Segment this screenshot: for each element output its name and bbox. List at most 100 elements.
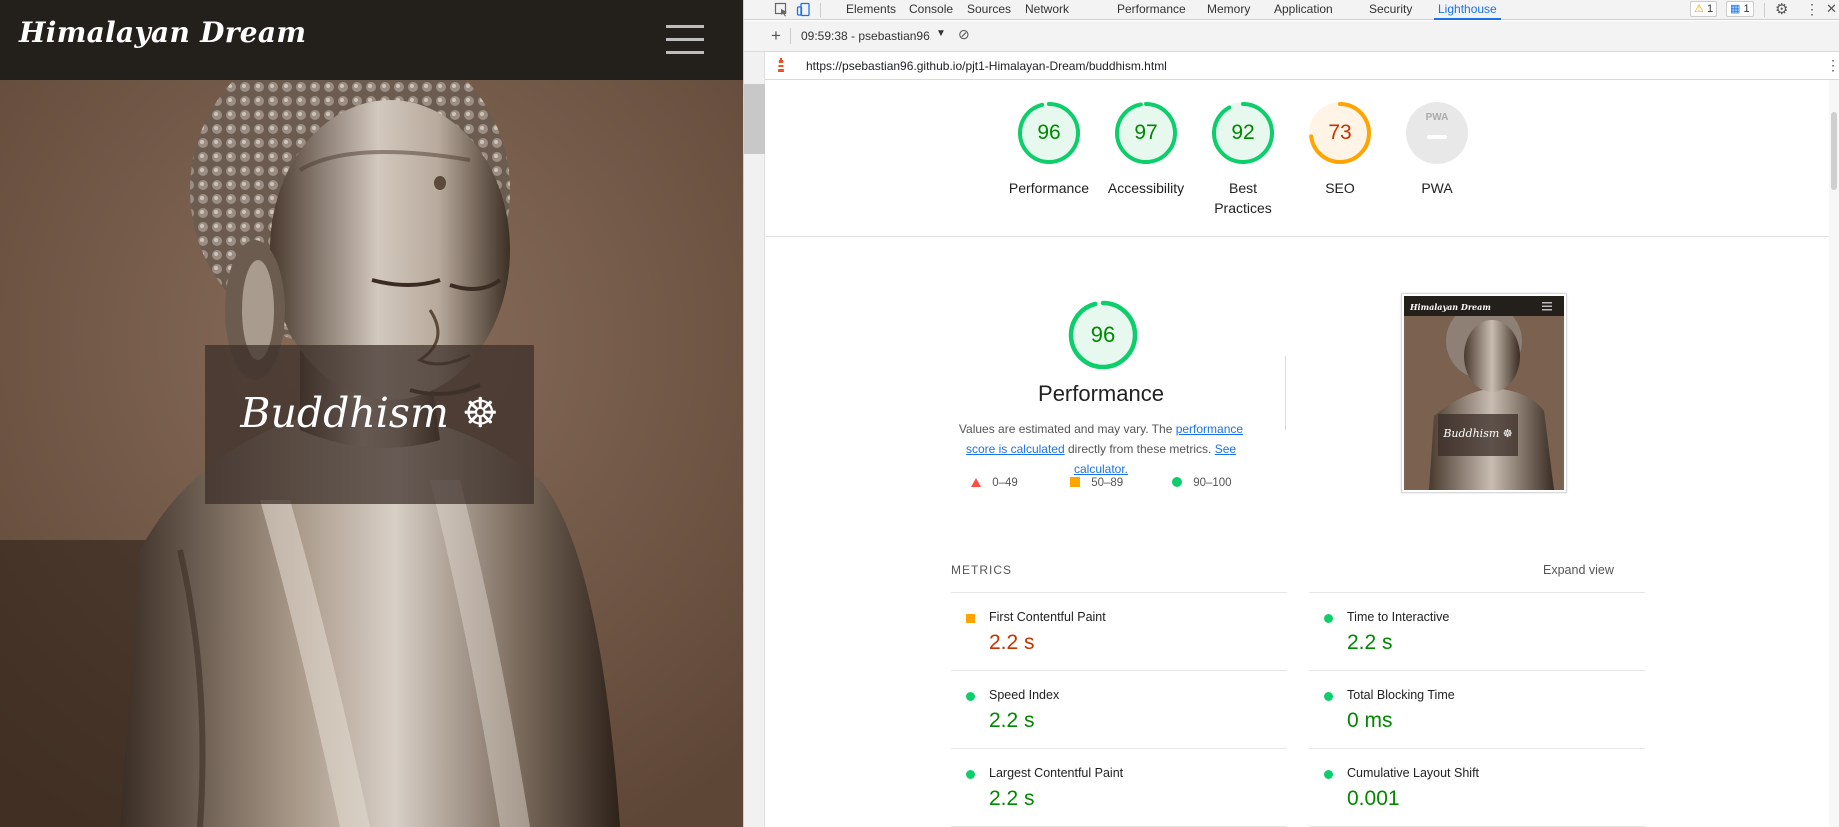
metric-value: 2.2 s [1347, 631, 1393, 654]
gauge-label: Accessibility [1107, 180, 1185, 196]
metric-name: First Contentful Paint [989, 610, 1106, 624]
warnings-badge[interactable]: ⚠ 1 [1690, 1, 1718, 17]
thumbnail-title: Buddhism ☸ [1443, 427, 1513, 440]
gauge-label: SEO [1325, 180, 1355, 196]
metric-speed-index: Speed Index 2.2 s [951, 670, 1287, 748]
category-score: 96 [1037, 121, 1061, 144]
metric-value: 2.2 s [989, 709, 1035, 732]
circle-icon [1324, 770, 1333, 779]
lighthouse-logo-icon [778, 58, 784, 72]
gauge-label: Practices [1214, 200, 1272, 216]
metric-name: Time to Interactive [1347, 610, 1450, 624]
legend-fail-label: 0–49 [992, 477, 1018, 489]
warnings-count: 1 [1706, 3, 1714, 15]
tab-sources[interactable]: Sources [967, 2, 1011, 20]
scrollbar-thumb[interactable] [1831, 112, 1837, 190]
tab-network[interactable]: Network [1025, 2, 1069, 20]
gauge-label: Performance [1008, 180, 1090, 196]
legend-average-label: 50–89 [1091, 477, 1124, 489]
metric-value: 0.001 [1347, 787, 1400, 810]
metric-value: 0 ms [1347, 709, 1393, 732]
legend-average: 50–89 [1070, 477, 1123, 489]
circle-icon [1324, 692, 1333, 701]
lighthouse-toolbar: + 09:59:38 - psebastian96.githut ▼ ⊘ [744, 21, 1839, 52]
metric-value: 2.2 s [989, 631, 1035, 654]
new-report-icon[interactable]: + [771, 26, 781, 46]
dropdown-arrow-icon[interactable]: ▼ [936, 28, 946, 39]
gauge-pwa[interactable]: PWA [1405, 101, 1469, 165]
performance-title: Performance [1038, 381, 1164, 406]
metric-name: Cumulative Layout Shift [1347, 766, 1480, 780]
close-devtools-icon[interactable]: ✕ [1826, 1, 1837, 17]
square-icon [966, 614, 975, 623]
devtools-panel: Elements Console Sources Network Perform… [743, 0, 1839, 827]
vertical-divider [1285, 356, 1286, 430]
messages-badge[interactable]: ▦ 1 [1726, 1, 1754, 17]
circle-icon [966, 692, 975, 701]
square-icon [1070, 477, 1080, 487]
category-score: 92 [1231, 121, 1255, 144]
divider [766, 236, 1830, 237]
tab-performance[interactable]: Performance [1117, 2, 1186, 20]
legend-fail: 0–49 [971, 477, 1018, 489]
gauge-label: Best [1228, 180, 1257, 196]
circle-icon [966, 770, 975, 779]
devtools-tab-bar: Elements Console Sources Network Perform… [744, 0, 1839, 20]
desc-text-1: Values are estimated and may vary. The [958, 422, 1176, 436]
pwa-dash-icon [1427, 135, 1447, 139]
tab-console[interactable]: Console [909, 2, 953, 20]
category-score: 97 [1134, 121, 1158, 144]
report-scrollbar[interactable] [1829, 80, 1839, 827]
gauge-performance[interactable]: 96 [1017, 101, 1081, 165]
metric-name: Total Blocking Time [1347, 688, 1455, 702]
expand-view-toggle[interactable]: Expand view [1543, 563, 1614, 577]
metric-largest-contentful-paint: Largest Contentful Paint 2.2 s [951, 748, 1287, 826]
metric-value: 2.2 s [989, 787, 1035, 810]
hero-title: Buddhism ☸ [240, 389, 499, 437]
scrollbar-thumb[interactable] [744, 84, 765, 154]
inspect-element-icon[interactable] [774, 2, 789, 17]
tab-elements[interactable]: Elements [846, 2, 896, 20]
more-options-icon[interactable]: ⋮ [1805, 1, 1819, 18]
device-toolbar-icon[interactable] [796, 2, 811, 17]
pwa-badge-icon: PWA [1425, 112, 1449, 123]
site-viewport: Himalayan Dream Buddhism ☸ [0, 0, 743, 827]
metric-time-to-interactive: Time to Interactive 2.2 s [1309, 592, 1645, 670]
category-score: 73 [1328, 121, 1352, 144]
report-url[interactable]: https://psebastian96.github.io/pjt1-Hima… [806, 59, 1167, 73]
report-menu-icon[interactable]: ⋮ [1826, 57, 1839, 74]
metric-cumulative-layout-shift: Cumulative Layout Shift 0.001 [1309, 748, 1645, 826]
gauge-label: PWA [1421, 180, 1453, 196]
performance-gauge-large[interactable]: 96 [1067, 299, 1139, 371]
report-selector[interactable]: 09:59:38 - psebastian96.githut [801, 29, 931, 43]
site-logo[interactable]: Himalayan Dream [19, 16, 306, 49]
performance-score-large: 96 [1090, 322, 1116, 347]
report-url-bar: https://psebastian96.github.io/pjt1-Hima… [744, 52, 1839, 80]
gauge-seo[interactable]: 73 [1308, 101, 1372, 165]
tab-security[interactable]: Security [1369, 2, 1412, 20]
message-icon: ▦ [1730, 3, 1741, 15]
metric-name: Speed Index [989, 688, 1060, 702]
tab-application[interactable]: Application [1274, 2, 1333, 20]
messages-count: 1 [1743, 3, 1750, 15]
devtools-left-scrollbar[interactable] [744, 52, 765, 827]
settings-gear-icon[interactable]: ⚙ [1775, 0, 1788, 18]
desc-text-2: directly from these metrics. [1064, 442, 1215, 456]
metric-first-contentful-paint: First Contentful Paint 2.2 s [951, 592, 1287, 670]
site-header: Himalayan Dream [0, 0, 743, 80]
legend-pass: 90–100 [1172, 477, 1232, 489]
final-screenshot-thumbnail[interactable]: Himalayan Dream Buddhism ☸ [1401, 293, 1567, 493]
metric-name: Largest Contentful Paint [989, 766, 1124, 780]
hero-title-box: Buddhism ☸ [205, 345, 534, 504]
thumbnail-logo: Himalayan Dream [1410, 302, 1491, 312]
lighthouse-report: 96 Performance 97 Accessibility 92 Best Practi… [766, 80, 1830, 827]
warning-icon: ⚠ [1694, 3, 1704, 15]
gauge-best-practices[interactable]: 92 [1211, 101, 1275, 165]
tab-memory[interactable]: Memory [1207, 2, 1250, 20]
clear-reports-icon[interactable]: ⊘ [958, 26, 970, 43]
gauge-accessibility[interactable]: 97 [1114, 101, 1178, 165]
hamburger-menu-icon[interactable] [666, 23, 704, 55]
tab-lighthouse[interactable]: Lighthouse [1434, 2, 1501, 20]
performance-description: Values are estimated and may vary. The p… [956, 419, 1246, 479]
metric-total-blocking-time: Total Blocking Time 0 ms [1309, 670, 1645, 748]
